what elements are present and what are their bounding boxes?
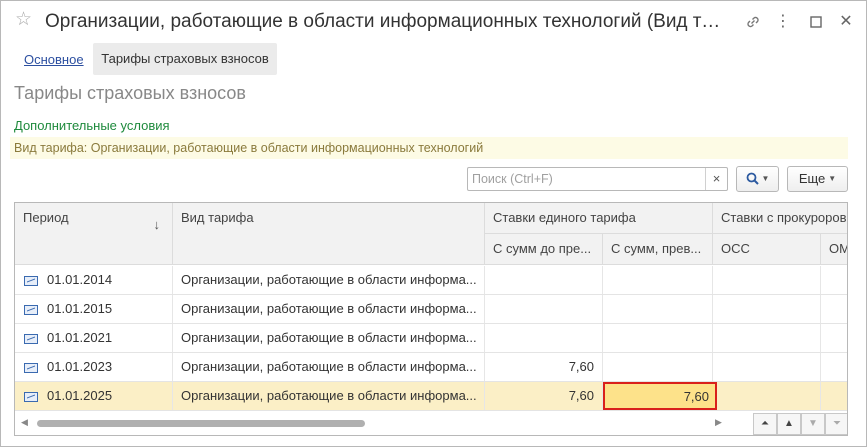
maximize-icon[interactable]	[805, 11, 827, 33]
table-row[interactable]: 01.01.2023 Организации, работающие в обл…	[15, 353, 847, 382]
om-cell	[821, 382, 847, 410]
above-cell	[603, 353, 713, 381]
rates-table: Период ↓ Вид тарифа Ставки единого тариф…	[14, 202, 848, 436]
om-cell	[821, 295, 847, 323]
period-cell: 01.01.2014	[15, 266, 173, 294]
period-value: 01.01.2021	[47, 330, 113, 345]
below-cell: 7,60	[485, 382, 603, 410]
column-header-type[interactable]: Вид тарифа	[173, 203, 485, 265]
more-button-label: Еще	[798, 171, 826, 186]
column-header-single-below[interactable]: С сумм до пре...	[485, 234, 603, 265]
oss-cell	[713, 353, 821, 381]
link-icon[interactable]	[742, 11, 764, 33]
sort-down-icon: ↓	[153, 217, 161, 232]
column-header-period-label: Период	[23, 210, 69, 225]
column-header-oss[interactable]: ОСС	[713, 234, 821, 265]
scroll-thumb[interactable]	[37, 420, 365, 427]
scroll-up-icon[interactable]: ▲	[777, 413, 801, 435]
extra-conditions-link[interactable]: Дополнительные условия	[14, 118, 170, 133]
form-window: ☆ Организации, работающие в области инфо…	[0, 0, 867, 447]
window-title: Организации, работающие в области информ…	[45, 11, 725, 32]
chevron-down-icon: ▼	[828, 174, 837, 183]
period-value: 01.01.2015	[47, 301, 113, 316]
oss-cell	[717, 382, 821, 410]
oss-cell	[713, 295, 821, 323]
type-cell: Организации, работающие в области информ…	[173, 266, 485, 294]
column-header-om[interactable]: ОМ	[821, 234, 847, 265]
oss-cell	[713, 266, 821, 294]
tariff-type-text: Вид тарифа: Организации, работающие в об…	[14, 141, 484, 155]
table-row[interactable]: 01.01.2014 Организации, работающие в обл…	[15, 266, 847, 295]
scroll-left-icon[interactable]: ◀	[21, 417, 28, 428]
column-header-single-above[interactable]: С сумм, прев...	[603, 234, 713, 265]
above-cell	[603, 266, 713, 294]
below-cell	[485, 295, 603, 323]
period-cell: 01.01.2015	[15, 295, 173, 323]
horizontal-scrollbar[interactable]: ◀ ▶ ⏶ ▲ ▼ ⏷	[15, 413, 847, 435]
record-icon	[24, 392, 38, 402]
om-cell	[821, 324, 847, 352]
tariff-type-info: Вид тарифа: Организации, работающие в об…	[10, 137, 848, 159]
tab-insurance-rates[interactable]: Тарифы страховых взносов	[93, 43, 277, 75]
below-cell: 7,60	[485, 353, 603, 381]
scroll-to-top-icon[interactable]: ⏶	[753, 413, 777, 435]
column-header-period[interactable]: Период ↓	[15, 203, 173, 265]
above-cell	[603, 295, 713, 323]
chevron-down-icon: ▼	[761, 174, 770, 183]
type-cell: Организации, работающие в области информ…	[173, 295, 485, 323]
period-cell: 01.01.2021	[15, 324, 173, 352]
search-button[interactable]: ▼	[736, 166, 779, 192]
type-cell: Организации, работающие в области информ…	[173, 324, 485, 352]
above-cell-highlighted[interactable]: 7,60	[603, 382, 717, 410]
record-icon	[24, 363, 38, 373]
scroll-down-icon[interactable]: ▼	[801, 413, 825, 435]
record-icon	[24, 305, 38, 315]
column-group-single-tariff: Ставки единого тарифа	[485, 203, 713, 234]
scroll-track[interactable]	[37, 420, 713, 427]
star-icon[interactable]: ☆	[15, 10, 35, 30]
search-icon	[746, 172, 759, 185]
scroll-right-icon[interactable]: ▶	[715, 417, 722, 428]
type-cell: Организации, работающие в области информ…	[173, 382, 485, 410]
period-value: 01.01.2023	[47, 359, 113, 374]
search-clear-button[interactable]: ×	[705, 168, 727, 190]
period-value: 01.01.2025	[47, 388, 113, 403]
record-icon	[24, 276, 38, 286]
page-title: Тарифы страховых взносов	[14, 83, 246, 103]
table-row[interactable]: 01.01.2021 Организации, работающие в обл…	[15, 324, 847, 353]
below-cell	[485, 324, 603, 352]
below-cell	[485, 266, 603, 294]
type-cell: Организации, работающие в области информ…	[173, 353, 485, 381]
period-cell: 01.01.2023	[15, 353, 173, 381]
search-input[interactable]	[468, 168, 704, 190]
search-box: ×	[467, 167, 728, 191]
scroll-to-bottom-icon[interactable]: ⏷	[825, 413, 847, 435]
tab-main[interactable]: Основное	[24, 52, 84, 67]
title-bar: ☆ Организации, работающие в области инфо…	[1, 1, 866, 43]
more-button[interactable]: Еще ▼	[787, 166, 848, 192]
table-row-selected[interactable]: 01.01.2025 Организации, работающие в обл…	[15, 382, 847, 411]
period-value: 01.01.2014	[47, 272, 113, 287]
om-cell	[821, 353, 847, 381]
more-vertical-icon[interactable]: ⋮	[772, 11, 794, 33]
column-group-prosecutor-rates: Ставки с прокуроров	[713, 203, 847, 234]
period-cell: 01.01.2025	[15, 382, 173, 410]
above-cell	[603, 324, 713, 352]
om-cell	[821, 266, 847, 294]
record-icon	[24, 334, 38, 344]
oss-cell	[713, 324, 821, 352]
table-row[interactable]: 01.01.2015 Организации, работающие в обл…	[15, 295, 847, 324]
close-icon[interactable]: ✕	[835, 11, 857, 33]
